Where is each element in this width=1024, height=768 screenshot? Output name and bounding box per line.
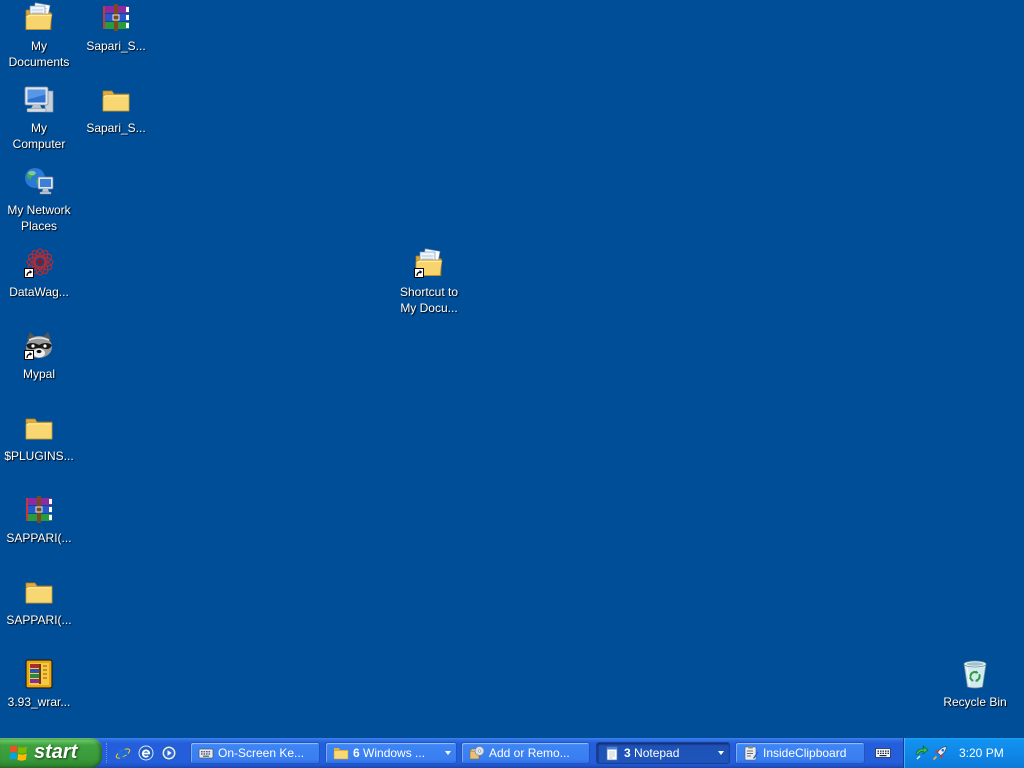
- my-documents-icon: [23, 2, 55, 34]
- desktop-icon-label: SAPPARI(...: [6, 531, 72, 545]
- desktop-icon-sappari-archive[interactable]: SAPPARI(...: [0, 492, 78, 564]
- folder-icon: [333, 745, 349, 761]
- desktop-icon-label: Sapari_S...: [86, 121, 146, 135]
- datawag-icon: [23, 248, 55, 280]
- desktop-icon-sappari-folder[interactable]: SAPPARI(...: [0, 574, 78, 646]
- winrar-archive-icon: [23, 494, 55, 526]
- rocket-icon[interactable]: [932, 745, 948, 761]
- internet-explorer-icon[interactable]: [115, 745, 131, 761]
- add-remove-programs-icon: [469, 745, 485, 761]
- windows-logo-icon: [9, 743, 29, 763]
- window-count: 6: [353, 746, 360, 760]
- desktop-icon-label: Mypal: [22, 367, 55, 381]
- notepad-icon: [604, 745, 620, 761]
- folder-icon: [23, 576, 55, 608]
- keyboard-icon[interactable]: [875, 745, 891, 761]
- my-documents-icon: [413, 248, 445, 280]
- recycle-bin-icon: [959, 658, 991, 690]
- desktop-icon-mypal[interactable]: Mypal: [0, 328, 78, 400]
- browser-icon[interactable]: [138, 745, 154, 761]
- mypal-raccoon-icon: [23, 330, 55, 362]
- desktop-icon-label: Shortcut to My Docu...: [399, 285, 459, 315]
- desktop[interactable]: My Documents My Computer My Network Places …: [0, 0, 1024, 738]
- desktop-icon-label: DataWag...: [9, 285, 69, 299]
- desktop-icon-label: My Documents: [8, 39, 70, 69]
- start-button[interactable]: start: [0, 738, 102, 768]
- taskbar-button-windows-explorer-group[interactable]: 6 Windows ...: [325, 742, 457, 764]
- system-tray: 3:20 PM: [903, 738, 1024, 768]
- desktop-icon-label: SAPPARI(...: [6, 613, 72, 627]
- insideclipboard-icon: [743, 745, 759, 761]
- desktop-icon-datawag[interactable]: DataWag...: [0, 246, 78, 318]
- desktop-icon-recycle-bin[interactable]: Recycle Bin: [936, 656, 1014, 728]
- desktop-icon-sapari-archive[interactable]: Sapari_S...: [77, 0, 155, 72]
- desktop-icon-label: My Network Places: [7, 203, 71, 233]
- desktop-icon-my-network-places[interactable]: My Network Places: [0, 164, 78, 236]
- group-dropdown-arrow-icon: [445, 751, 451, 755]
- window-count: 3: [624, 746, 631, 760]
- taskbar-button-label: Add or Remo...: [489, 746, 570, 760]
- desktop-icon-my-documents[interactable]: My Documents: [0, 0, 78, 72]
- taskbar-button-on-screen-keyboard[interactable]: On-Screen Ke...: [190, 742, 320, 764]
- taskbar: start On-Screen Ke... 6 Windows ... Add …: [0, 738, 1024, 768]
- taskbar-button-label: On-Screen Ke...: [218, 746, 305, 760]
- desktop-icon-my-computer[interactable]: My Computer: [0, 82, 78, 154]
- group-dropdown-arrow-icon: [718, 751, 724, 755]
- on-screen-keyboard-icon: [198, 745, 214, 761]
- start-label: start: [34, 741, 78, 763]
- desktop-icon-wrar-installer[interactable]: 3.93_wrar...: [0, 656, 78, 728]
- desktop-icon-label: Recycle Bin: [943, 695, 1007, 709]
- taskbar-button-label: InsideClipboard: [763, 746, 847, 760]
- clock[interactable]: 3:20 PM: [959, 738, 1004, 768]
- desktop-icon-label: $PLUGINS...: [4, 449, 74, 463]
- media-player-icon[interactable]: [161, 745, 177, 761]
- taskbar-button-add-remove-programs[interactable]: Add or Remo...: [461, 742, 590, 764]
- folder-icon: [100, 84, 132, 116]
- taskbar-button-label: 3 Notepad: [624, 746, 680, 760]
- shortcut-arrow-icon: [24, 350, 34, 360]
- my-computer-icon: [23, 84, 55, 116]
- desktop-icon-label: 3.93_wrar...: [7, 695, 71, 709]
- taskbar-button-notepad-group[interactable]: 3 Notepad: [596, 742, 730, 764]
- taskbar-button-insideclipboard[interactable]: InsideClipboard: [735, 742, 865, 764]
- my-network-places-icon: [23, 166, 55, 198]
- winrar-archive-icon: [100, 2, 132, 34]
- winrar-installer-icon: [23, 658, 55, 690]
- green-arrow-icon[interactable]: [914, 745, 930, 761]
- folder-icon: [23, 412, 55, 444]
- quick-launch-grip[interactable]: [106, 743, 109, 763]
- shortcut-arrow-icon: [414, 268, 424, 278]
- desktop-icon-label: Sapari_S...: [86, 39, 146, 53]
- desktop-icon-sapari-folder[interactable]: Sapari_S...: [77, 82, 155, 154]
- desktop-icon-shortcut-my-documents[interactable]: Shortcut to My Docu...: [390, 246, 468, 318]
- shortcut-arrow-icon: [24, 268, 34, 278]
- desktop-icon-label: My Computer: [12, 121, 66, 151]
- desktop-icon-plugins-folder[interactable]: $PLUGINS...: [0, 410, 78, 482]
- taskbar-button-label: 6 Windows ...: [353, 746, 426, 760]
